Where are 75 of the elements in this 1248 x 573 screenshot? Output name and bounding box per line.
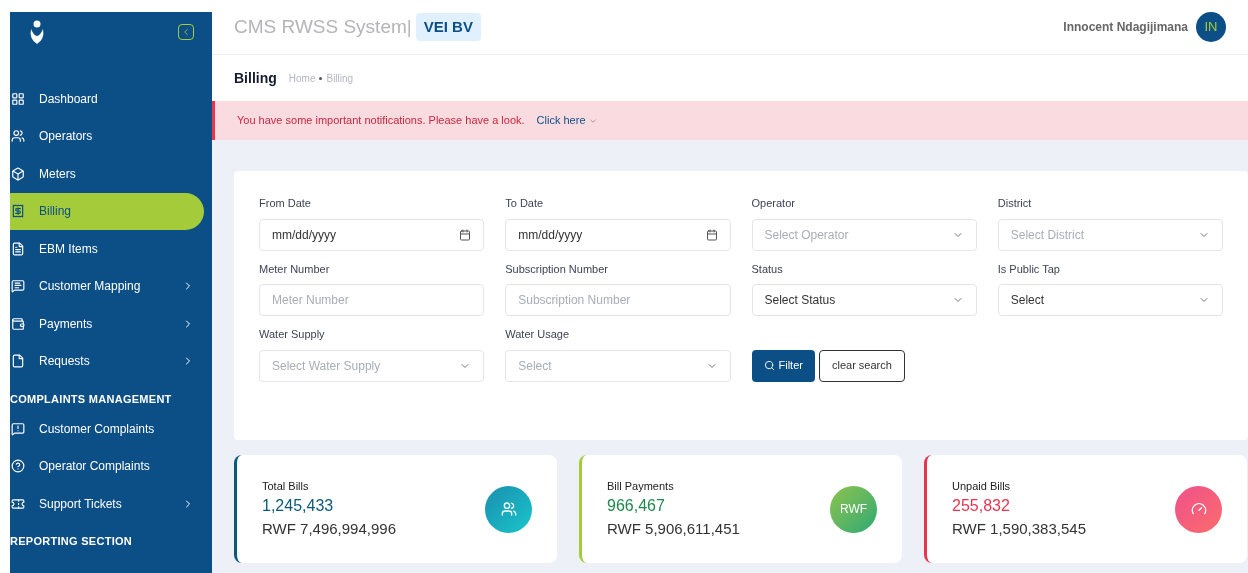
currency-badge: RWF — [830, 485, 877, 533]
users-icon — [485, 485, 532, 533]
sidebar-section-title: COMPLAINTS MANAGEMENT — [10, 391, 173, 407]
field-value: mm/dd/yyyy — [518, 226, 583, 244]
logo-icon — [28, 19, 46, 45]
users-icon — [11, 129, 25, 144]
click-here-link[interactable]: Click here — [536, 112, 598, 129]
app-title: CMS RWSS System| — [234, 14, 412, 39]
file-icon — [11, 354, 25, 369]
help-icon — [11, 459, 25, 474]
stat-amount: RWF 5,906,611,451 — [607, 519, 740, 539]
clear-search-button[interactable]: clear search — [818, 349, 905, 382]
sidebar-item[interactable]: Customer Complaints — [10, 410, 204, 448]
sidebar-item[interactable]: Support Tickets — [10, 485, 204, 523]
gauge-icon — [1175, 485, 1222, 533]
ticket-icon — [11, 496, 25, 511]
select-field[interactable]: Select — [997, 284, 1223, 316]
org-badge: VEI BV — [415, 12, 481, 42]
stat-amount: RWF 1,590,383,545 — [952, 519, 1086, 539]
stat-amount: RWF 7,496,994,996 — [262, 519, 396, 539]
field-label: From Date — [259, 196, 312, 211]
grid-icon — [11, 91, 25, 106]
field-label: District — [997, 196, 1033, 211]
field-label: To Date — [505, 196, 545, 211]
stat-count: 255,832 — [952, 496, 1011, 516]
wallet-icon — [11, 316, 25, 331]
chat-icon — [11, 279, 25, 294]
search-icon — [763, 360, 775, 371]
notification-alert: You have some important notifications. Please have a look. Click here — [212, 101, 1248, 140]
calendar-icon — [705, 228, 718, 241]
box-icon — [11, 166, 25, 181]
sidebar-item[interactable]: Meters — [10, 155, 204, 193]
field-label: Water Usage — [505, 327, 571, 342]
collapse-button[interactable] — [178, 24, 194, 40]
user-name: Innocent Ndagijimana — [1063, 19, 1188, 36]
filter-button[interactable]: Filter — [751, 349, 815, 382]
stat-title: Unpaid Bills — [952, 478, 1012, 494]
field-label: Meter Number — [259, 261, 331, 277]
sidebar-item[interactable]: Payments — [10, 305, 204, 343]
sidebar-item[interactable]: Dashboard — [10, 80, 204, 118]
field-value: Select — [1010, 292, 1045, 309]
date-field[interactable]: mm/dd/yyyy — [259, 218, 485, 251]
input-field[interactable]: Subscription Number — [505, 284, 731, 316]
stat-title: Bill Payments — [607, 478, 675, 494]
stat-count: 1,245,433 — [262, 496, 335, 516]
calendar-icon — [459, 228, 472, 241]
field-placeholder: Select — [518, 357, 552, 375]
stat-count: 966,467 — [607, 496, 666, 516]
receipt-icon — [11, 204, 25, 219]
field-placeholder: Select Operator — [764, 226, 849, 244]
field-label: Water Supply — [259, 327, 326, 342]
sidebar-section-title: REPORTING SECTION — [10, 534, 134, 550]
stat-title: Total Bills — [262, 478, 310, 494]
chevron-left-icon — [181, 27, 191, 37]
input-field[interactable]: Meter Number — [259, 284, 485, 316]
field-label: Status — [751, 261, 784, 277]
sidebar-item[interactable]: Operator Complaints — [10, 447, 204, 485]
sidebar-item[interactable]: EBM Items — [10, 230, 204, 268]
sidebar-item[interactable]: Customer Mapping — [10, 267, 204, 305]
field-value: mm/dd/yyyy — [272, 226, 336, 244]
date-field[interactable]: mm/dd/yyyy — [505, 218, 731, 251]
field-label: Is Public Tap — [997, 261, 1061, 277]
chat-alert-icon — [11, 421, 25, 436]
sidebar-item[interactable]: Requests — [10, 342, 204, 380]
sidebar-item[interactable]: Billing — [10, 192, 204, 230]
field-value: Select Status — [764, 292, 836, 309]
field-label: Subscription Number — [505, 261, 609, 277]
select-field[interactable]: Select Status — [751, 284, 977, 316]
user-avatar[interactable]: IN — [1196, 12, 1226, 42]
field-label: Operator — [751, 196, 796, 211]
document-icon — [11, 241, 25, 256]
field-placeholder: Select Water Supply — [272, 357, 381, 375]
field-placeholder: Select District — [1010, 226, 1085, 244]
sidebar-item[interactable]: Operators — [10, 117, 204, 155]
page-title: Billing — [234, 68, 277, 88]
